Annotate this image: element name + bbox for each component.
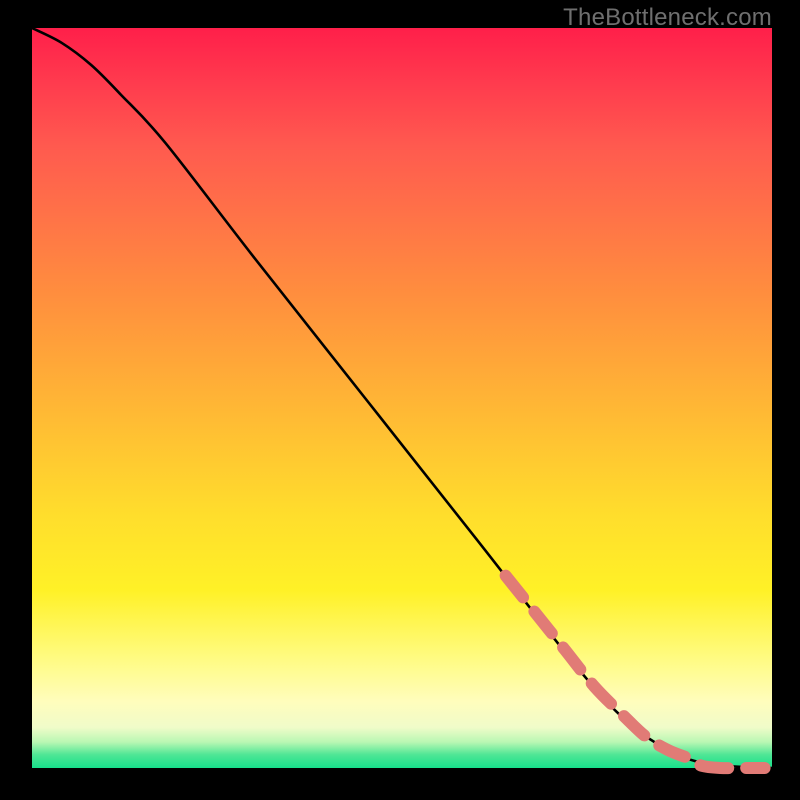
chart-stage: TheBottleneck.com [0, 0, 800, 800]
chart-svg [32, 28, 772, 768]
solid-curve-path [32, 28, 772, 768]
plot-area [32, 28, 772, 768]
dashed-curve-path [506, 576, 765, 769]
